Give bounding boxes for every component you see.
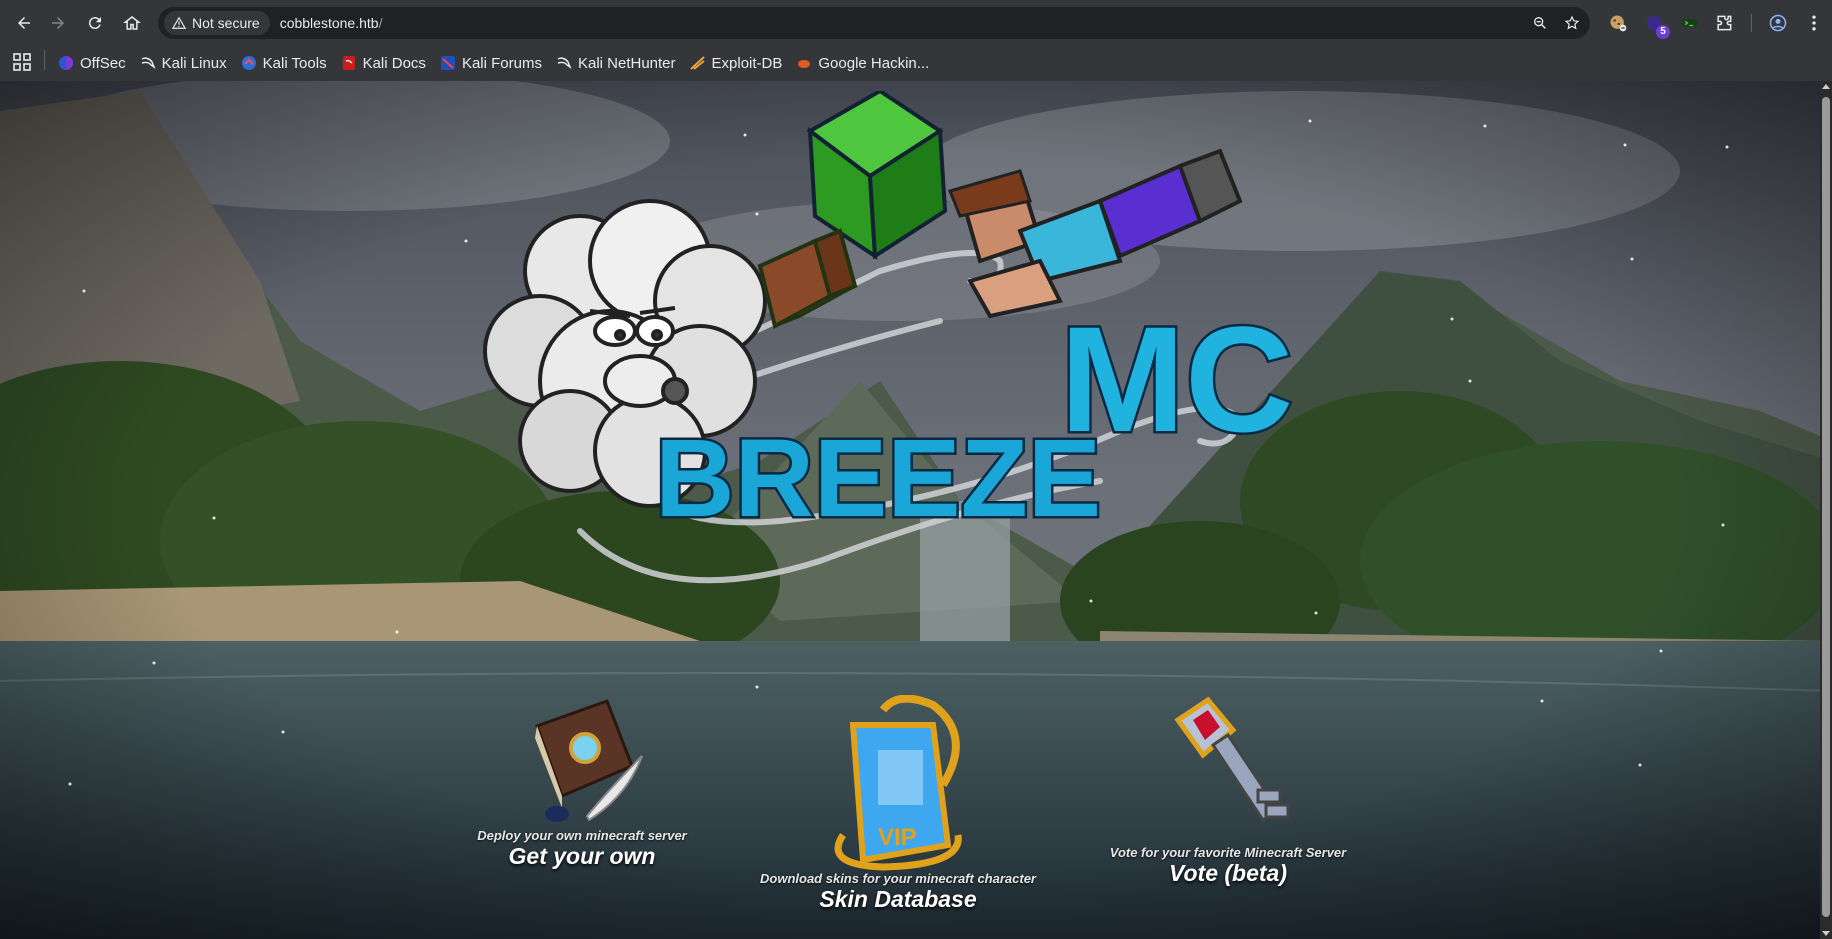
warning-triangle-icon [172,16,186,29]
url-path: / [378,15,383,31]
card-title[interactable]: Skin Database [740,886,1056,912]
bookmark-label: Kali NetHunter [577,54,676,72]
bookmark-label: OffSec [80,54,126,72]
back-button[interactable] [8,7,40,39]
bookmark-label: Kali Linux [161,54,227,72]
svg-text:BREEZE: BREEZE [655,417,1101,540]
browser-chrome: Not secure cobblestone.htb/ 5 OffSec Kal… [0,0,1832,81]
browser-toolbar: Not secure cobblestone.htb/ 5 [0,0,1832,45]
scrollbar-thumb[interactable] [1822,97,1830,917]
minecraft-character [947,148,1243,319]
bookmark-google-hacking[interactable]: Google Hackin... [796,55,929,72]
exploit-db-icon [689,56,705,70]
bookmark-kali-tools[interactable]: Kali Tools [241,55,327,72]
skin-database-card[interactable]: VIP Download skins for your minecraft ch… [740,695,1056,912]
card-subtitle: Download skins for your minecraft charac… [760,871,1036,886]
grass-block-hammer [757,91,948,329]
kali-docs-icon [342,56,355,70]
scroll-down-icon[interactable] [1822,929,1830,937]
wappalyzer-extension-button[interactable] [1676,9,1704,37]
kebab-menu-icon [1812,15,1816,31]
bookmark-label: Kali Forums [461,54,542,72]
bookmark-offsec[interactable]: OffSec [58,55,126,72]
account-circle-icon [1769,14,1787,32]
cookie-extension-button[interactable] [1604,9,1632,37]
vote-card[interactable]: Vote for your favorite Minecraft Server … [1100,695,1356,886]
svg-text:VIP: VIP [878,824,917,851]
site-security-chip[interactable]: Not secure [164,11,270,35]
kali-tools-icon [241,56,256,70]
url-text: cobblestone.htb/ [280,15,383,31]
kali-forums-icon [440,56,455,70]
extensions-menu-button[interactable] [1710,9,1738,37]
home-icon [123,16,141,30]
kali-dragon-icon [141,57,156,69]
bookmark-kali-nethunter[interactable]: Kali NetHunter [556,55,676,72]
breezemc-logo: BREEZE MC [483,91,1296,584]
bookmark-label: Kali Docs [362,54,426,72]
profile-button[interactable] [1764,9,1792,37]
card-title[interactable]: Get your own [460,843,704,869]
puzzle-icon [1717,15,1732,31]
reload-icon [88,17,101,30]
forward-button[interactable] [42,7,74,39]
offsec-icon [59,56,73,70]
book-quill-icon [535,699,643,822]
address-bar[interactable]: Not secure cobblestone.htb/ [158,7,1590,39]
toolbar-divider [1751,14,1752,32]
page-scrollbar[interactable] [1820,81,1832,939]
bookmark-label: Google Hackin... [818,54,930,72]
bookmark-kali-linux[interactable]: Kali Linux [140,55,227,72]
svg-text:MC: MC [1060,295,1293,463]
card-title[interactable]: Vote (beta) [1100,860,1356,886]
bookmark-kali-forums[interactable]: Kali Forums [440,55,542,72]
url-host: cobblestone.htb [279,15,379,31]
card-subtitle: Vote for your favorite Minecraft Server [1109,845,1347,860]
terminal-extension-icon [1682,18,1698,28]
browser-menu-button[interactable] [1800,9,1828,37]
bookmark-label: Kali Tools [262,54,327,72]
vip-card-icon: VIP [834,695,962,871]
arrow-left-icon [18,17,30,29]
security-label: Not secure [192,15,260,31]
zoom-icon[interactable] [1532,15,1548,31]
key-icon [1174,696,1290,823]
home-button[interactable] [116,7,148,39]
apps-grid-icon [13,53,31,71]
cookie-icon [1610,15,1627,32]
bookmark-kali-docs[interactable]: Kali Docs [341,55,426,72]
omnibox-actions [1532,7,1580,39]
extension-badge: 5 [1656,25,1670,39]
apps-shortcut-button[interactable] [12,52,32,72]
hack-tools-extension-button[interactable]: 5 [1640,9,1670,39]
get-your-own-card[interactable]: Deploy your own minecraft server Get you… [460,696,704,869]
bookmarks-bar: OffSec Kali Linux Kali Tools Kali Docs K… [58,45,929,81]
card-subtitle: Deploy your own minecraft server [477,828,687,843]
ghdb-icon [798,60,811,68]
bookmark-label: Exploit-DB [711,54,783,72]
bookmarks-separator [44,50,45,70]
arrow-right-icon [52,17,64,29]
bookmark-exploit-db[interactable]: Exploit-DB [689,54,783,72]
kali-dragon-icon [557,57,572,69]
web-page: BREEZE MC Deploy your own minecraft serv… [0,81,1832,939]
scroll-up-icon[interactable] [1822,83,1830,91]
reload-button[interactable] [79,7,111,39]
bookmark-star-icon[interactable] [1564,15,1580,31]
